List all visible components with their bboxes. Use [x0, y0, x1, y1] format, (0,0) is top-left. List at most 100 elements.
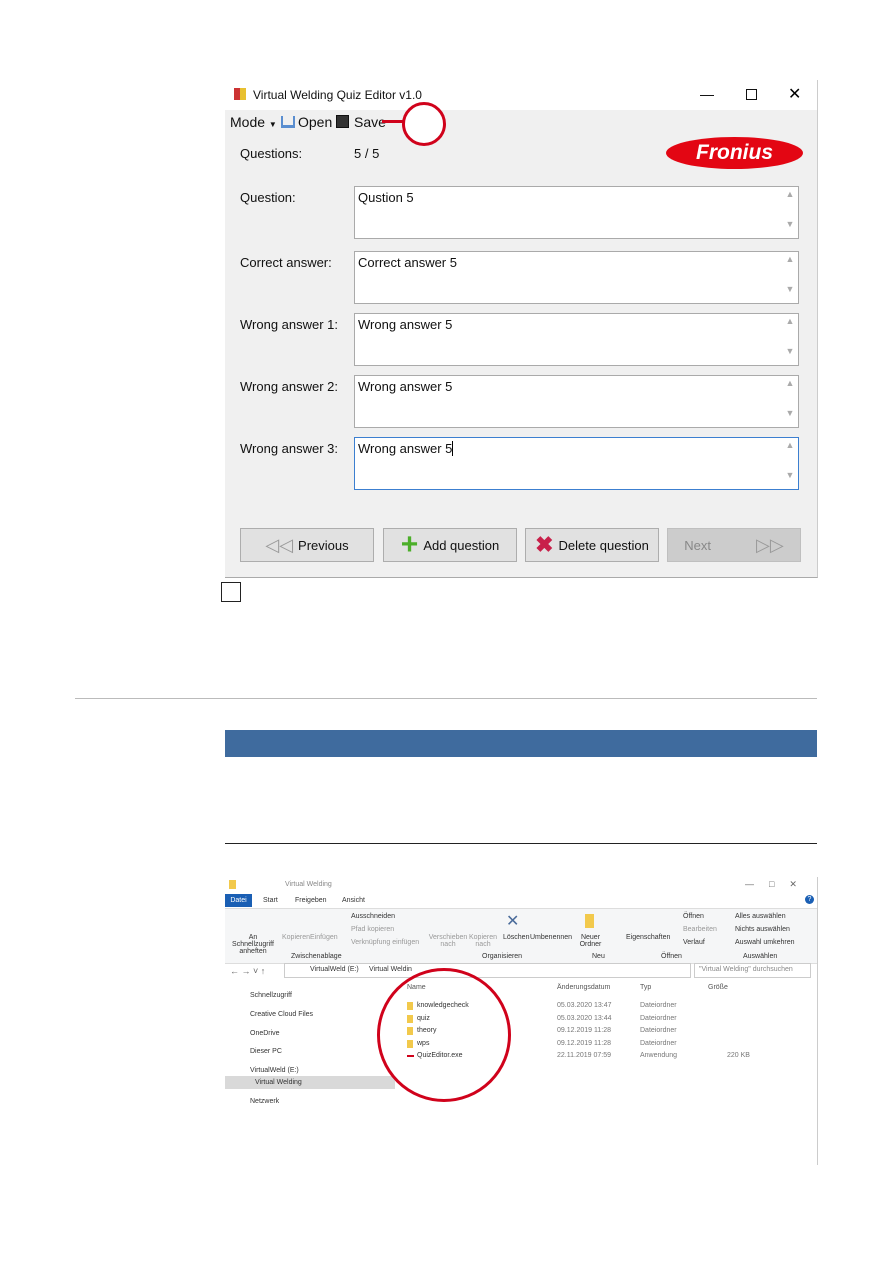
tab-ansicht[interactable]: Ansicht	[342, 897, 365, 904]
scrollbar[interactable]: ▲ ▼	[784, 440, 796, 487]
divider	[75, 698, 817, 699]
window-title: Virtual Welding Quiz Editor v1.0	[253, 88, 422, 102]
add-label: Add question	[423, 537, 500, 553]
text-cursor	[452, 441, 454, 456]
nav-creative-cloud[interactable]: Creative Cloud Files	[250, 1011, 313, 1018]
nav-onedrive[interactable]: OneDrive	[250, 1030, 280, 1037]
file-date: 09.12.2019 11:28	[557, 1027, 611, 1034]
tab-freigeben[interactable]: Freigeben	[295, 897, 327, 904]
fronius-logo: Fronius	[666, 137, 803, 169]
minimize-button[interactable]: —	[700, 86, 714, 102]
pin-button[interactable]: An Schnellzugriff anheften	[228, 934, 278, 955]
group-open: Öffnen	[661, 953, 682, 960]
scrollbar[interactable]: ▲ ▼	[784, 316, 796, 363]
open-button[interactable]: Öffnen	[683, 913, 704, 920]
delete-button[interactable]: Löschen	[503, 934, 529, 941]
rename-button[interactable]: Umbenennen	[530, 934, 572, 941]
move-button[interactable]: Verschieben nach	[428, 934, 468, 948]
file-type: Dateiordner	[640, 1014, 677, 1022]
new-folder-button[interactable]: Neuer Ordner	[578, 934, 603, 948]
breadcrumb-folder[interactable]: Virtual Weldin	[369, 966, 412, 973]
wrong-answer-3-value: Wrong answer 5	[358, 441, 453, 456]
properties-button[interactable]: Eigenschaften	[626, 934, 670, 941]
group-clipboard: Zwischenablage	[291, 953, 342, 960]
history-button[interactable]: Verlauf	[683, 939, 705, 946]
help-icon[interactable]: ?	[805, 895, 814, 904]
correct-answer-label: Correct answer:	[240, 255, 332, 270]
wrong-answer-2-input[interactable]: Wrong answer 5 ▲ ▼	[354, 375, 799, 428]
forward-icon: ▷▷	[756, 534, 784, 555]
scrollbar[interactable]: ▲ ▼	[784, 254, 796, 301]
tab-start[interactable]: Start	[263, 897, 278, 904]
section-header-bar	[225, 730, 817, 757]
breadcrumb-drive[interactable]: VirtualWeld (E:)	[310, 966, 359, 973]
wrong-answer-1-label: Wrong answer 1:	[240, 317, 339, 332]
explorer-title: Virtual Welding	[285, 881, 332, 888]
wrong-answer-2-label: Wrong answer 2:	[240, 379, 339, 394]
wrong-answer-3-input[interactable]: Wrong answer 5 ▲ ▼	[354, 437, 799, 490]
file-explorer-window: Virtual Welding —□✕ Datei Start Freigebe…	[225, 877, 818, 1165]
nav-this-pc[interactable]: Dieser PC	[250, 1048, 282, 1055]
highlight-line	[382, 120, 404, 123]
nav-arrows[interactable]: ← → ˅ ↑	[230, 966, 265, 976]
wrong-answer-2-value: Wrong answer 5	[358, 379, 453, 394]
previous-button[interactable]: ◁◁ Previous	[240, 528, 374, 562]
open-button[interactable]: Open	[298, 114, 332, 130]
file-type: Dateiordner	[640, 1039, 677, 1047]
search-box[interactable]: "Virtual Welding" durchsuchen	[694, 963, 811, 978]
mode-menu[interactable]: Mode ▼	[230, 114, 277, 130]
column-date[interactable]: Änderungsdatum	[557, 984, 610, 991]
invert-selection-button[interactable]: Auswahl umkehren	[735, 939, 795, 946]
nav-selected[interactable]	[225, 1076, 395, 1089]
copy-to-button[interactable]: Kopieren nach	[468, 934, 498, 948]
mode-label: Mode	[230, 114, 266, 130]
delete-label: Delete question	[558, 537, 649, 553]
address-bar[interactable]: VirtualWeld (E:) Virtual Weldin	[284, 963, 691, 978]
question-label: Question:	[240, 190, 296, 205]
new-folder-icon	[585, 914, 594, 928]
wrong-answer-1-input[interactable]: Wrong answer 5 ▲ ▼	[354, 313, 799, 366]
rule	[225, 843, 817, 844]
maximize-button[interactable]	[746, 89, 757, 100]
tab-datei[interactable]: Datei	[225, 894, 252, 907]
nav-virtual-welding[interactable]: Virtual Welding	[255, 1079, 302, 1086]
add-question-button[interactable]: + Add question	[383, 528, 517, 562]
column-size[interactable]: Größe	[708, 984, 728, 991]
select-none-button[interactable]: Nichts auswählen	[735, 926, 790, 933]
questions-count: 5 / 5	[354, 146, 380, 161]
scrollbar[interactable]: ▲ ▼	[784, 378, 796, 425]
dropdown-arrow-icon: ▼	[268, 120, 277, 129]
delete-question-button[interactable]: ✖ Delete question	[525, 528, 659, 562]
correct-answer-input[interactable]: Correct answer 5 ▲ ▼	[354, 251, 799, 304]
paste-link-button[interactable]: Verknüpfung einfügen	[351, 939, 419, 946]
next-button: Next ▷▷	[667, 528, 801, 562]
scrollbar[interactable]: ▲ ▼	[784, 189, 796, 236]
checkbox[interactable]	[221, 582, 241, 602]
nav-quick-access[interactable]: Schnellzugriff	[250, 992, 292, 999]
window-controls[interactable]: —□✕	[745, 879, 812, 890]
group-select: Auswählen	[743, 953, 778, 960]
close-button[interactable]: ✕	[788, 84, 801, 104]
app-icon	[234, 88, 246, 100]
highlight-circle	[402, 102, 446, 146]
highlight-circle	[377, 968, 511, 1102]
file-date: 05.03.2020 13:44	[557, 1014, 612, 1022]
cut-button[interactable]: Ausschneiden	[351, 913, 395, 920]
edit-button[interactable]: Bearbeiten	[683, 926, 717, 933]
copy-path-button[interactable]: Pfad kopieren	[351, 926, 394, 933]
file-type: Dateiordner	[640, 1002, 677, 1009]
next-label: Next	[684, 537, 712, 553]
group-new: Neu	[592, 953, 605, 960]
select-all-button[interactable]: Alles auswählen	[735, 913, 786, 920]
question-input[interactable]: Qustion 5 ▲ ▼	[354, 186, 799, 239]
file-size: 220 KB	[727, 1052, 750, 1059]
column-type[interactable]: Typ	[640, 984, 651, 991]
question-value: Qustion 5	[358, 190, 414, 205]
questions-label: Questions:	[240, 146, 303, 161]
wrong-answer-1-value: Wrong answer 5	[358, 317, 453, 332]
file-type: Dateiordner	[640, 1027, 677, 1034]
paste-button[interactable]: Einfügen	[310, 934, 338, 941]
copy-button[interactable]: Kopieren	[282, 934, 310, 941]
nav-drive[interactable]: VirtualWeld (E:)	[250, 1067, 299, 1074]
nav-network[interactable]: Netzwerk	[250, 1098, 279, 1105]
